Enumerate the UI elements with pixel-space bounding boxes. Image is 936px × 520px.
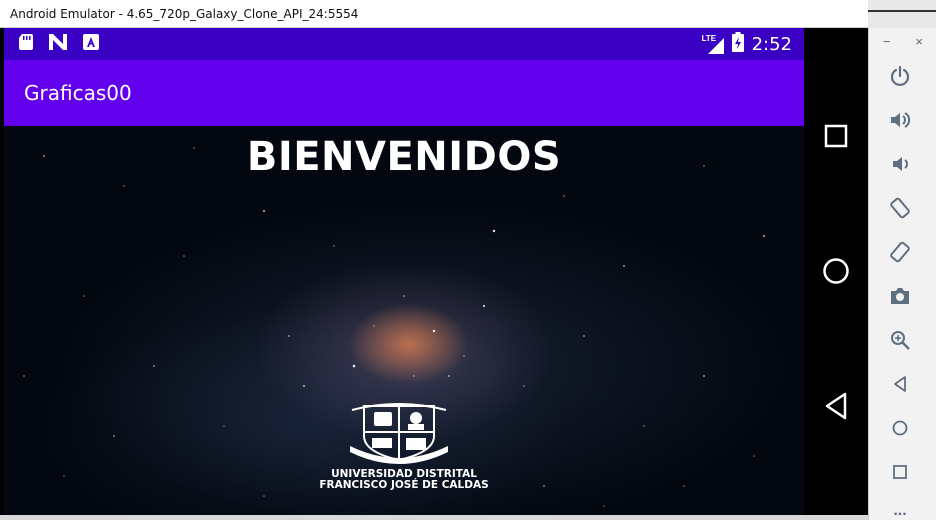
- window-title-bar[interactable]: Android Emulator - 4.65_720p_Galaxy_Clon…: [0, 0, 868, 28]
- host-window-strip: [868, 0, 936, 28]
- welcome-heading: BIENVENIDOS: [246, 134, 562, 180]
- device-screen: LTE 2:52 Graficas00 BIENVENIDOS UNIVERSI…: [4, 28, 804, 520]
- camera-icon[interactable]: [887, 283, 913, 309]
- university-crest-icon: [350, 403, 448, 464]
- volume-down-icon[interactable]: [887, 151, 913, 177]
- emulator-toolbar: − × ...: [868, 28, 936, 520]
- recents-square-icon[interactable]: [820, 120, 852, 152]
- home-icon[interactable]: [887, 415, 913, 441]
- n-logo-icon: [49, 33, 67, 55]
- back-icon[interactable]: [887, 371, 913, 397]
- rotate-right-icon[interactable]: [887, 239, 913, 265]
- more-icon[interactable]: ...: [887, 498, 913, 520]
- navigation-bar: [804, 28, 868, 520]
- minimize-button[interactable]: −: [883, 34, 891, 49]
- status-clock: 2:52: [751, 33, 792, 55]
- emulator-screen: Android Emulator - 4.65_720p_Galaxy_Clon…: [0, 0, 936, 520]
- battery-icon: [731, 31, 744, 57]
- sd-card-icon: [19, 33, 33, 55]
- volume-up-icon[interactable]: [887, 107, 913, 133]
- app-title: Graficas00: [24, 81, 132, 105]
- window-title: Android Emulator - 4.65_720p_Galaxy_Clon…: [10, 6, 359, 21]
- a-notification-icon: [83, 33, 99, 55]
- university-name-line2: FRANCISCO JOSÉ DE CALDAS: [319, 479, 489, 491]
- zoom-icon[interactable]: [887, 327, 913, 353]
- app-bar: Graficas00: [4, 60, 804, 126]
- device-frame: LTE 2:52 Graficas00 BIENVENIDOS UNIVERSI…: [0, 28, 868, 520]
- host-bottom-strip: [0, 515, 868, 520]
- welcome-content: BIENVENIDOS UNIVERSIDAD DISTRITAL FRANCI…: [4, 126, 804, 520]
- back-triangle-icon[interactable]: [820, 390, 852, 422]
- power-icon[interactable]: [887, 63, 913, 89]
- rotate-left-icon[interactable]: [887, 195, 913, 221]
- status-bar: LTE 2:52: [4, 28, 804, 60]
- lte-signal-icon: LTE: [702, 34, 724, 54]
- home-circle-icon[interactable]: [820, 255, 852, 287]
- close-button[interactable]: ×: [915, 34, 923, 49]
- overview-icon[interactable]: [887, 459, 913, 485]
